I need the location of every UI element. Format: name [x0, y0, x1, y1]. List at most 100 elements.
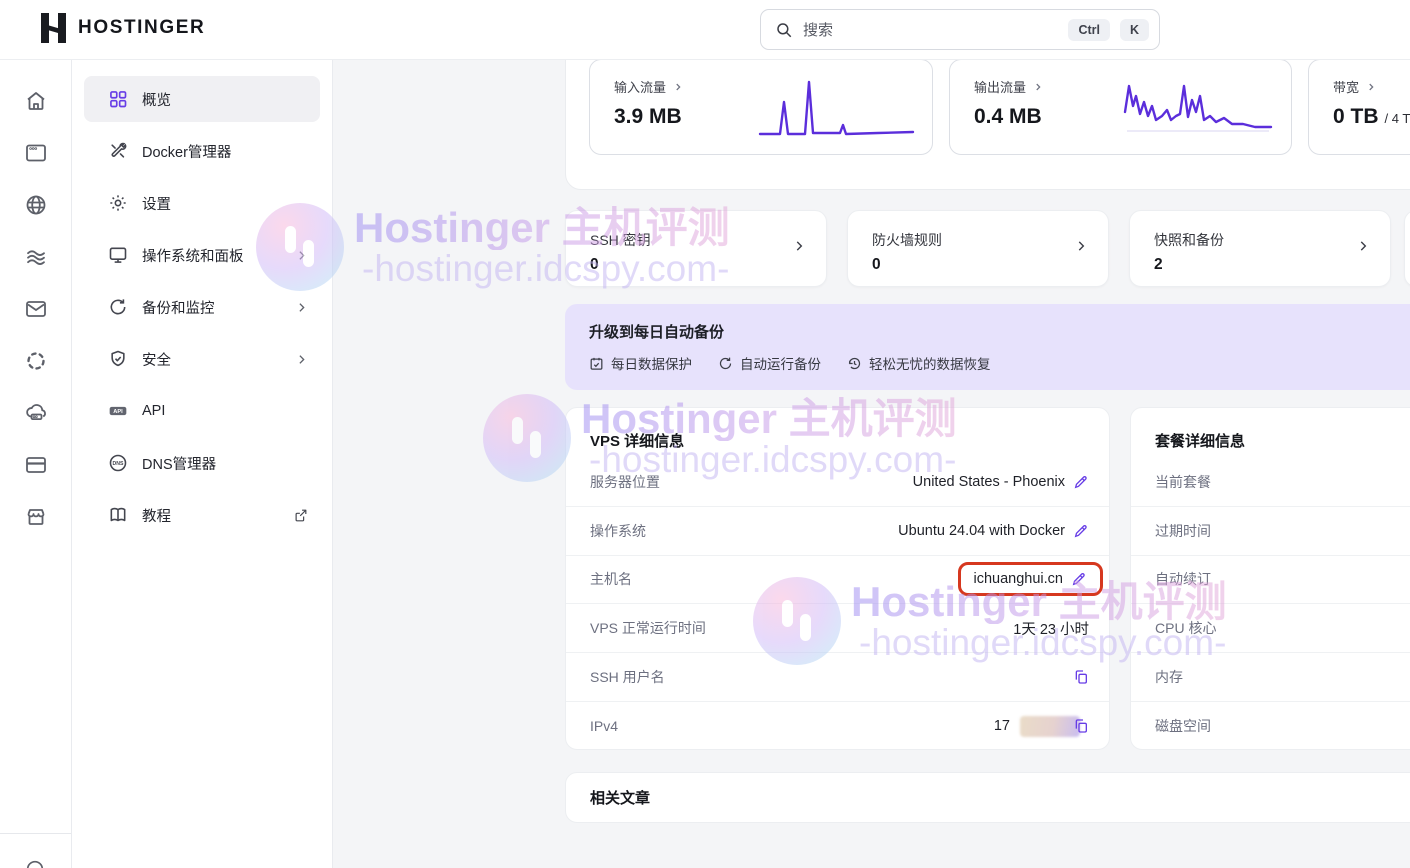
- sidebar-item-tutorials[interactable]: 教程: [84, 492, 320, 538]
- email-icon[interactable]: [24, 297, 48, 321]
- sidebar-item-backup-monitoring[interactable]: 备份和监控: [84, 284, 320, 330]
- search-input[interactable]: 搜索 Ctrl K: [760, 9, 1160, 50]
- vps-details-title: VPS 详细信息: [590, 430, 684, 451]
- server-location-value: United States - Phoenix: [913, 474, 1065, 490]
- external-link-icon: [293, 508, 308, 523]
- sidebar-item-overview[interactable]: 概览: [84, 76, 320, 122]
- edit-pencil-icon[interactable]: [1073, 474, 1089, 490]
- uptime-row: VPS 正常运行时间 1天 23 小时: [566, 604, 1109, 653]
- ipv4-row: IPv4 17: [566, 702, 1109, 751]
- current-plan-row: 当前套餐: [1131, 458, 1410, 507]
- api-badge-icon: API: [108, 401, 128, 421]
- sidebar-item-label: 教程: [142, 505, 279, 526]
- banner-title: 升级到每日自动备份: [589, 321, 724, 342]
- vps-details-card: VPS 详细信息 服务器位置 United States - Phoenix 操…: [565, 407, 1110, 750]
- k-key-badge: K: [1120, 19, 1149, 41]
- ipv4-value-partial: 17: [994, 718, 1010, 734]
- auto-refresh-icon: [718, 356, 733, 371]
- top-header: HOSTINGER 搜索 Ctrl K: [0, 0, 1410, 60]
- sidebar-item-docker-manager[interactable]: Docker管理器: [84, 128, 320, 174]
- chevron-right-icon: [792, 239, 806, 253]
- billing-card-icon[interactable]: [24, 453, 48, 477]
- feature-label: 每日数据保护: [611, 353, 692, 373]
- traffic-out-sparkline: [1123, 70, 1275, 148]
- hostinger-logo[interactable]: HOSTINGER: [40, 13, 205, 43]
- feature-label: 轻松无忧的数据恢复: [869, 353, 991, 373]
- chevron-right-icon: [673, 82, 683, 92]
- book-icon: [108, 505, 128, 525]
- sidebar-item-label: 安全: [142, 349, 281, 370]
- related-articles-title: 相关文章: [590, 787, 650, 808]
- chevron-right-icon: [295, 353, 308, 366]
- firewall-rules-count: 0: [872, 256, 881, 274]
- copy-icon[interactable]: [1073, 669, 1089, 685]
- sidebar-item-os-panel[interactable]: 操作系统和面板: [84, 232, 320, 278]
- sidebar-item-settings[interactable]: 设置: [84, 180, 320, 226]
- grid-icon: [108, 89, 128, 109]
- marketplace-icon[interactable]: [24, 505, 48, 529]
- search-placeholder: 搜索: [803, 19, 1058, 40]
- tools-icon: [108, 141, 128, 161]
- snapshots-backups-card[interactable]: 快照和备份 2: [1129, 210, 1391, 287]
- ssh-username-row: SSH 用户名: [566, 653, 1109, 702]
- refresh-icon: [108, 297, 128, 317]
- ctrl-key-badge: Ctrl: [1068, 19, 1110, 41]
- domains-globe-icon[interactable]: [24, 193, 48, 217]
- bandwidth-card[interactable]: 带宽 0 TB / 4 TB: [1308, 59, 1410, 155]
- traffic-in-value: 3.9 MB: [614, 105, 682, 129]
- rail-divider: [0, 833, 71, 834]
- watermark-logo: [483, 394, 571, 482]
- uptime-value: 1天 23 小时: [1013, 618, 1089, 639]
- svg-text:DNS: DNS: [113, 461, 124, 467]
- search-icon: [775, 21, 793, 39]
- memory-row: 内存: [1131, 653, 1410, 702]
- auto-renewal-row: 自动续订: [1131, 556, 1410, 605]
- help-headset-icon[interactable]: [24, 858, 48, 868]
- cpu-cores-row: CPU 核心: [1131, 604, 1410, 653]
- traffic-in-card[interactable]: 输入流量 3.9 MB: [589, 59, 933, 155]
- server-location-row: 服务器位置 United States - Phoenix: [566, 458, 1109, 507]
- sidebar-item-security[interactable]: 安全: [84, 336, 320, 382]
- websites-icon[interactable]: [24, 141, 48, 165]
- icon-rail: [0, 60, 72, 868]
- vps-sidebar-menu: 概览 Docker管理器 设置: [72, 60, 333, 868]
- cloud-server-icon[interactable]: [24, 401, 48, 425]
- daily-backup-upgrade-banner[interactable]: 升级到每日自动备份 每日数据保护 自动运行备份: [565, 304, 1410, 390]
- firewall-rules-label: 防火墙规则: [872, 230, 942, 250]
- firewall-rules-card[interactable]: 防火墙规则 0: [847, 210, 1109, 287]
- chevron-right-icon: [1074, 239, 1088, 253]
- copy-icon[interactable]: [1073, 718, 1089, 734]
- sidebar-item-dns-manager[interactable]: DNS DNS管理器: [84, 440, 320, 486]
- sidebar-item-label: 操作系统和面板: [142, 245, 281, 266]
- traffic-in-sparkline: [758, 70, 916, 148]
- shield-check-icon: [108, 349, 128, 369]
- vps-layers-icon[interactable]: [24, 245, 48, 269]
- ssh-keys-card[interactable]: SSH 密钥 0: [565, 210, 827, 287]
- sidebar-item-api[interactable]: API API: [84, 388, 320, 434]
- chevron-right-icon: [295, 301, 308, 314]
- traffic-out-card[interactable]: 输出流量 0.4 MB: [949, 59, 1292, 155]
- svg-text:API: API: [113, 409, 123, 415]
- hostname-highlight-box: ichuanghui.cn: [958, 562, 1104, 596]
- brand-wordmark: HOSTINGER: [78, 17, 205, 39]
- chevron-right-icon: [1356, 239, 1370, 253]
- related-articles-card: 相关文章: [565, 772, 1410, 823]
- edit-pencil-icon[interactable]: [1073, 523, 1089, 539]
- plan-details-card: 套餐详细信息 当前套餐 过期时间 自动续订 CPU 核心 内存 磁盘空间: [1130, 407, 1410, 750]
- home-icon[interactable]: [24, 89, 48, 113]
- gear-icon: [108, 193, 128, 213]
- sidebar-item-label: 设置: [142, 193, 308, 214]
- loading-spinner-icon[interactable]: [24, 349, 48, 373]
- snapshots-backups-label: 快照和备份: [1154, 230, 1224, 250]
- plan-details-title: 套餐详细信息: [1155, 430, 1245, 451]
- next-quick-card-partial[interactable]: [1404, 210, 1410, 287]
- ipv4-redaction-blur: [1020, 716, 1080, 737]
- sidebar-item-label: API: [142, 403, 308, 419]
- traffic-in-label: 输入流量: [614, 77, 666, 96]
- hostname-value: ichuanghui.cn: [974, 571, 1064, 587]
- disk-space-row: 磁盘空间: [1131, 702, 1410, 751]
- hostname-row: 主机名 ichuanghui.cn: [566, 556, 1109, 605]
- edit-pencil-icon[interactable]: [1071, 571, 1087, 587]
- chevron-right-icon: [1366, 82, 1376, 92]
- bandwidth-limit: / 4 TB: [1385, 111, 1410, 126]
